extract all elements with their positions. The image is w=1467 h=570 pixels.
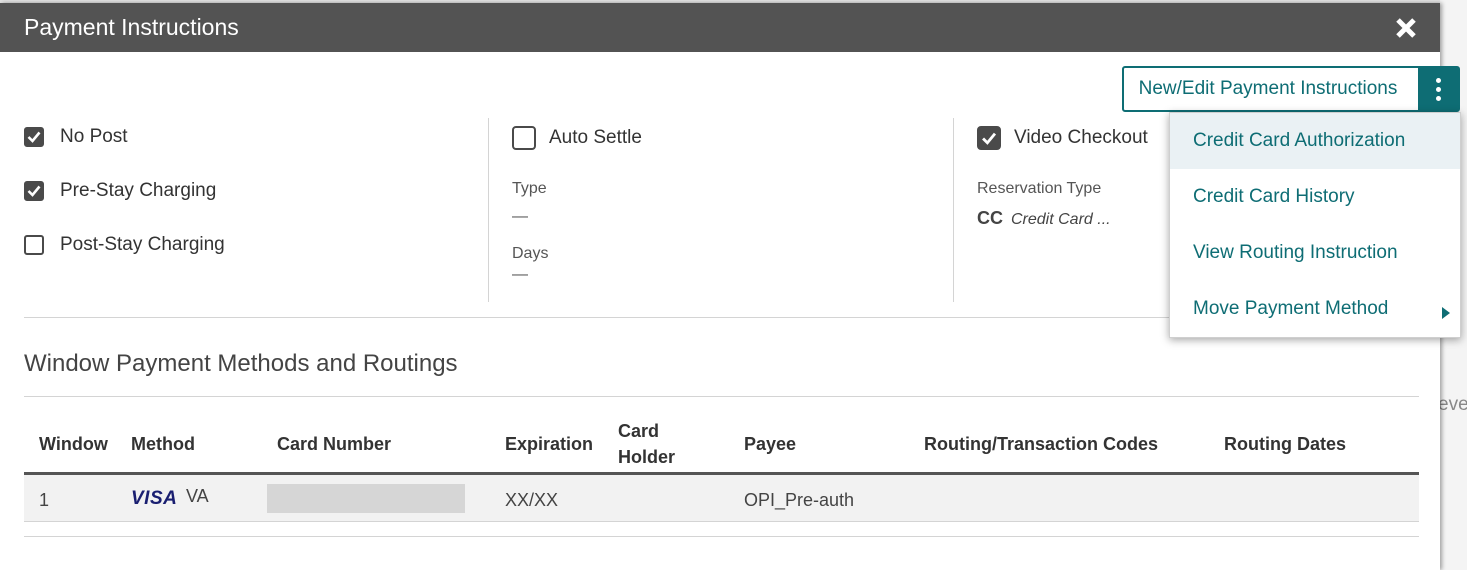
- card-holder-header-line1: Card: [618, 421, 660, 441]
- new-edit-label[interactable]: New/Edit Payment Instructions: [1124, 68, 1418, 110]
- column-header-routing-dates[interactable]: Routing Dates: [1224, 431, 1346, 457]
- background-text-fragment: eve: [1438, 394, 1467, 415]
- move-payment-method-label: Move Payment Method: [1193, 298, 1389, 319]
- cell-method-code: VA: [186, 486, 209, 506]
- column-header-method[interactable]: Method: [131, 431, 195, 457]
- reservation-type-label: Reservation Type: [977, 180, 1102, 197]
- menu-item-credit-card-authorization[interactable]: Credit Card Authorization: [1170, 113, 1460, 169]
- pre-stay-charging-checkbox[interactable]: [24, 181, 44, 201]
- visa-logo: VISA: [131, 488, 178, 509]
- column-header-expiration[interactable]: Expiration: [505, 431, 593, 457]
- card-number-masked: [267, 484, 465, 513]
- no-post-checkbox[interactable]: [24, 127, 44, 147]
- table-row[interactable]: [24, 475, 1419, 522]
- column-header-card-number[interactable]: Card Number: [277, 431, 391, 457]
- type-label: Type: [512, 180, 547, 197]
- post-stay-charging-checkbox[interactable]: [24, 235, 44, 255]
- no-post-option[interactable]: No Post: [24, 126, 128, 148]
- menu-item-move-payment-method[interactable]: Move Payment Method: [1170, 281, 1460, 337]
- auto-settle-option[interactable]: Auto Settle: [512, 126, 642, 150]
- column-divider: [953, 118, 954, 302]
- reservation-type-code: CC: [977, 208, 1003, 228]
- post-stay-charging-label: Post-Stay Charging: [60, 234, 225, 255]
- kebab-menu-icon[interactable]: [1418, 68, 1458, 110]
- dialog-title: Payment Instructions: [24, 14, 239, 40]
- dialog-title-bar: Payment Instructions: [0, 3, 1440, 52]
- new-edit-payment-instructions-button[interactable]: New/Edit Payment Instructions: [1122, 66, 1460, 112]
- days-value: —: [512, 266, 528, 283]
- section-title-divider: [24, 396, 1419, 397]
- column-divider: [488, 118, 489, 302]
- auto-settle-label: Auto Settle: [549, 127, 642, 148]
- video-checkout-option[interactable]: Video Checkout: [977, 126, 1148, 150]
- reservation-type-value: CC Credit Card ...: [977, 208, 1111, 229]
- days-label: Days: [512, 245, 549, 262]
- actions-dropdown-menu: Credit Card Authorization Credit Card Hi…: [1169, 112, 1461, 338]
- column-header-card-holder[interactable]: Card Holder: [618, 418, 675, 470]
- kebab-dot: [1435, 77, 1441, 83]
- column-header-routing-codes[interactable]: Routing/Transaction Codes: [924, 431, 1158, 457]
- cell-payee: OPI_Pre-auth: [744, 490, 855, 510]
- post-stay-charging-option[interactable]: Post-Stay Charging: [24, 234, 225, 256]
- column-header-window[interactable]: Window: [39, 431, 108, 457]
- type-value: —: [512, 208, 528, 225]
- kebab-dot: [1435, 86, 1441, 92]
- video-checkout-label: Video Checkout: [1014, 127, 1148, 148]
- cell-window: 1: [39, 490, 50, 510]
- pre-stay-charging-label: Pre-Stay Charging: [60, 180, 217, 201]
- card-holder-header-line2: Holder: [618, 447, 676, 467]
- menu-item-credit-card-history[interactable]: Credit Card History: [1170, 169, 1460, 225]
- video-checkout-checkbox[interactable]: [977, 126, 1001, 150]
- auto-settle-checkbox[interactable]: [512, 126, 536, 150]
- menu-item-view-routing-instruction[interactable]: View Routing Instruction: [1170, 225, 1460, 281]
- table-bottom-divider: [24, 536, 1419, 537]
- submenu-arrow-icon: [1442, 303, 1450, 325]
- no-post-label: No Post: [60, 126, 128, 147]
- column-header-payee[interactable]: Payee: [744, 431, 796, 457]
- reservation-type-description: Credit Card ...: [1011, 211, 1111, 228]
- routing-section-title: Window Payment Methods and Routings: [24, 350, 458, 377]
- pre-stay-charging-option[interactable]: Pre-Stay Charging: [24, 180, 216, 202]
- kebab-dot: [1435, 95, 1441, 101]
- cell-expiration: XX/XX: [505, 490, 559, 510]
- close-icon[interactable]: [1394, 16, 1418, 40]
